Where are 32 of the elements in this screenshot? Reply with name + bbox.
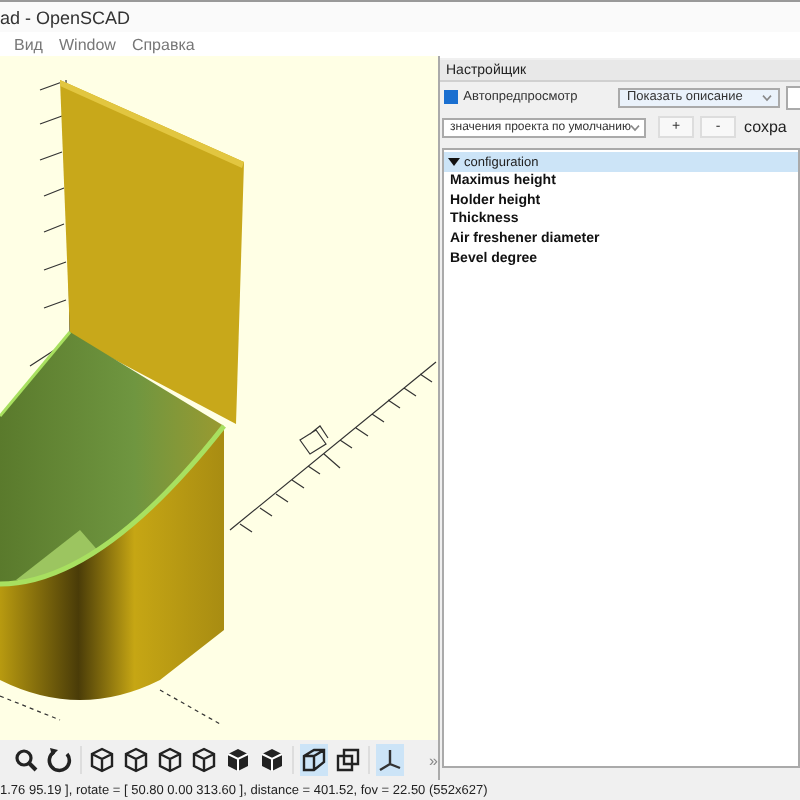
- perspective-icon: [299, 746, 328, 774]
- toolbar-button[interactable]: [189, 744, 218, 776]
- view-cube-icon: [121, 746, 150, 774]
- toolbar-button[interactable]: [87, 744, 116, 776]
- menu-item[interactable]: Вид: [14, 35, 43, 53]
- toolbar-button[interactable]: [333, 744, 362, 776]
- dropdown-edge: [786, 85, 800, 109]
- toolbar-button[interactable]: [257, 744, 286, 776]
- toolbar-button[interactable]: [299, 744, 328, 776]
- axes-icon: [375, 746, 404, 774]
- toolbar-button[interactable]: [121, 744, 150, 776]
- toolbar-button[interactable]: [223, 744, 252, 776]
- cube-icon: [257, 746, 286, 774]
- toolbar-button[interactable]: [375, 744, 404, 776]
- save-button[interactable]: сохра: [744, 118, 787, 136]
- expand-triangle-icon[interactable]: [448, 158, 460, 166]
- menu-item[interactable]: Справка: [131, 35, 195, 53]
- reset-icon: [46, 746, 74, 774]
- magnifier-icon: [12, 746, 40, 774]
- cube-icon: [223, 746, 252, 774]
- chevron-down-icon: [630, 123, 641, 131]
- checkbox[interactable]: [444, 90, 458, 104]
- orthogonal-icon: [333, 746, 362, 774]
- window-title: ad - OpenSCAD: [0, 7, 131, 27]
- view-cube-icon: [87, 746, 116, 774]
- menu-item[interactable]: Window: [58, 35, 116, 53]
- toolbar-button[interactable]: [155, 744, 184, 776]
- toolbar-button[interactable]: [46, 744, 74, 776]
- view-cube-icon: [155, 746, 184, 774]
- view-cube-icon: [189, 746, 218, 774]
- toolbar-button[interactable]: [12, 744, 40, 776]
- chevron-down-icon: [762, 93, 773, 101]
